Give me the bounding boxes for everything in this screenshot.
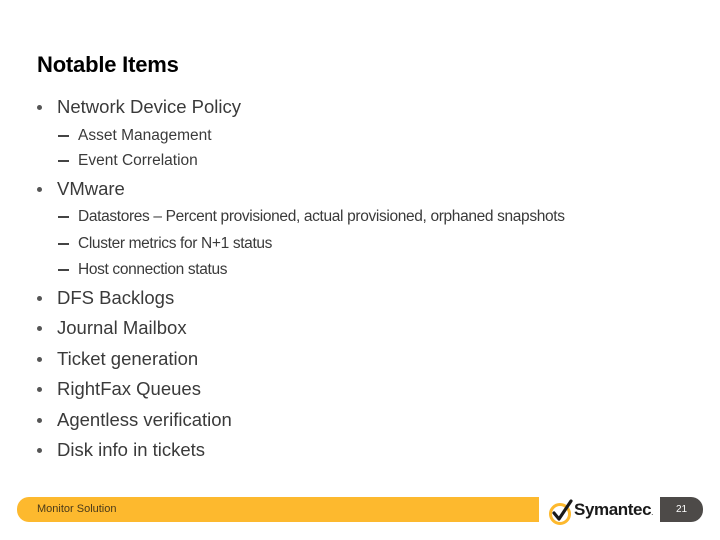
logo-dot: . [651, 508, 654, 517]
sub-bullet-item: Cluster metrics for N+1 status [58, 235, 272, 253]
sub-bullet-item: Asset Management [58, 127, 212, 145]
dash-icon [58, 243, 69, 245]
dash-icon [58, 216, 69, 218]
bullet-icon [37, 325, 42, 331]
sub-bullet-text: Host connection status [78, 261, 228, 278]
logo-text: Symantec [574, 500, 652, 519]
bullet-icon [37, 356, 42, 362]
sub-bullet-text: Cluster metrics for N+1 status [78, 235, 273, 252]
bullet-icon [37, 104, 42, 110]
bullet-text: Network Device Policy [57, 96, 242, 117]
bullet-text: RightFax Queues [57, 378, 201, 399]
checkmark-circle-icon [549, 498, 573, 525]
dash-icon [58, 160, 69, 162]
page-number: 21 [660, 497, 703, 522]
bullet-text: Agentless verification [57, 409, 232, 430]
footer-bar: Monitor Solution [17, 497, 539, 522]
bullet-item: Journal Mailbox [36, 317, 187, 339]
bullet-item: VMware [36, 178, 125, 200]
bullet-item: RightFax Queues [36, 378, 201, 400]
sub-bullet-text: Asset Management [78, 127, 212, 144]
sub-bullet-item: Datastores – Percent provisioned, actual… [58, 208, 565, 226]
bullet-icon [37, 417, 42, 423]
bullet-icon [37, 295, 42, 301]
bullet-item: Network Device Policy [36, 96, 241, 118]
bullet-text: VMware [57, 178, 125, 199]
bullet-item: Ticket generation [36, 348, 198, 370]
symantec-logo: Symantec . [549, 495, 653, 525]
bullet-icon [37, 447, 42, 453]
bullet-item: Disk info in tickets [36, 439, 205, 461]
bullet-item: Agentless verification [36, 409, 232, 431]
bullet-text: Disk info in tickets [57, 439, 206, 460]
bullet-text: DFS Backlogs [57, 287, 175, 308]
bullet-text: Journal Mailbox [57, 317, 187, 338]
dash-icon [58, 269, 69, 271]
bullet-text: Ticket generation [57, 348, 199, 369]
footer-label: Monitor Solution [37, 503, 117, 515]
bullet-icon [37, 186, 42, 192]
sub-bullet-text: Event Correlation [78, 152, 198, 169]
bullet-item: DFS Backlogs [36, 287, 174, 309]
slide-title: Notable Items [37, 52, 179, 77]
bullet-icon [37, 386, 42, 392]
sub-bullet-item: Event Correlation [58, 152, 198, 170]
sub-bullet-text: Datastores – Percent provisioned, actual… [78, 208, 565, 225]
sub-bullet-item: Host connection status [58, 261, 227, 279]
dash-icon [58, 135, 69, 137]
